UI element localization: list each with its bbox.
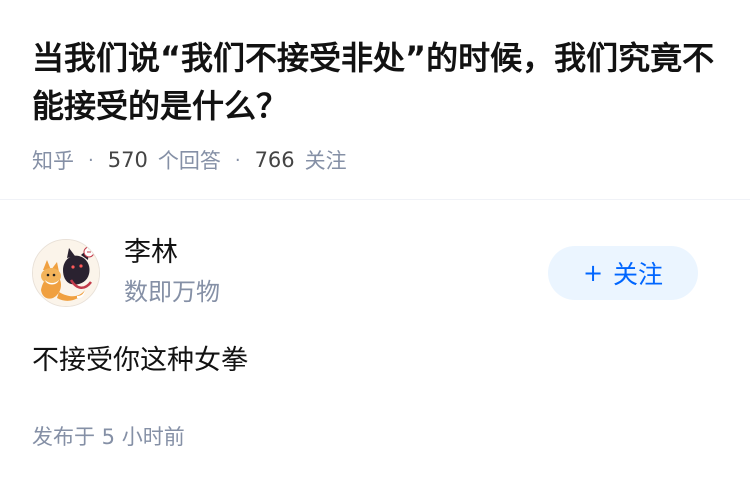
source-label[interactable]: 知乎 (32, 145, 74, 175)
question-header: 当我们说“我们不接受非处”的时候，我们究竟不能接受的是什么？ 知乎 · 570 … (0, 0, 750, 200)
follower-count-label: 关注 (304, 149, 347, 173)
question-title[interactable]: 当我们说“我们不接受非处”的时候，我们究竟不能接受的是什么？ (32, 34, 722, 130)
plus-icon: + (582, 259, 604, 287)
follow-button-label: 关注 (613, 260, 664, 289)
follower-count: 766 (254, 148, 295, 172)
cartoon-fox-cat-avatar-icon (33, 240, 99, 306)
question-meta: 知乎 · 570 个回答 · 766 关注 (32, 143, 347, 177)
meta-separator: · (88, 149, 94, 171)
author-name[interactable]: 李林 (124, 235, 178, 271)
publish-time: 发布于 5 小时前 (32, 425, 185, 449)
follow-button[interactable]: + 关注 (548, 246, 698, 300)
answer-count-label[interactable]: 个回答 (158, 145, 221, 175)
avatar[interactable] (32, 239, 100, 307)
answer-count: 570 (107, 148, 148, 172)
answer-content[interactable]: 不接受你这种女拳 (32, 341, 248, 381)
author-headline: 数即万物 (124, 278, 220, 306)
meta-separator: · (234, 149, 241, 171)
answer-card: 李林 数即万物 + 关注 不接受你这种女拳 发布于 5 小时前 (0, 201, 750, 490)
